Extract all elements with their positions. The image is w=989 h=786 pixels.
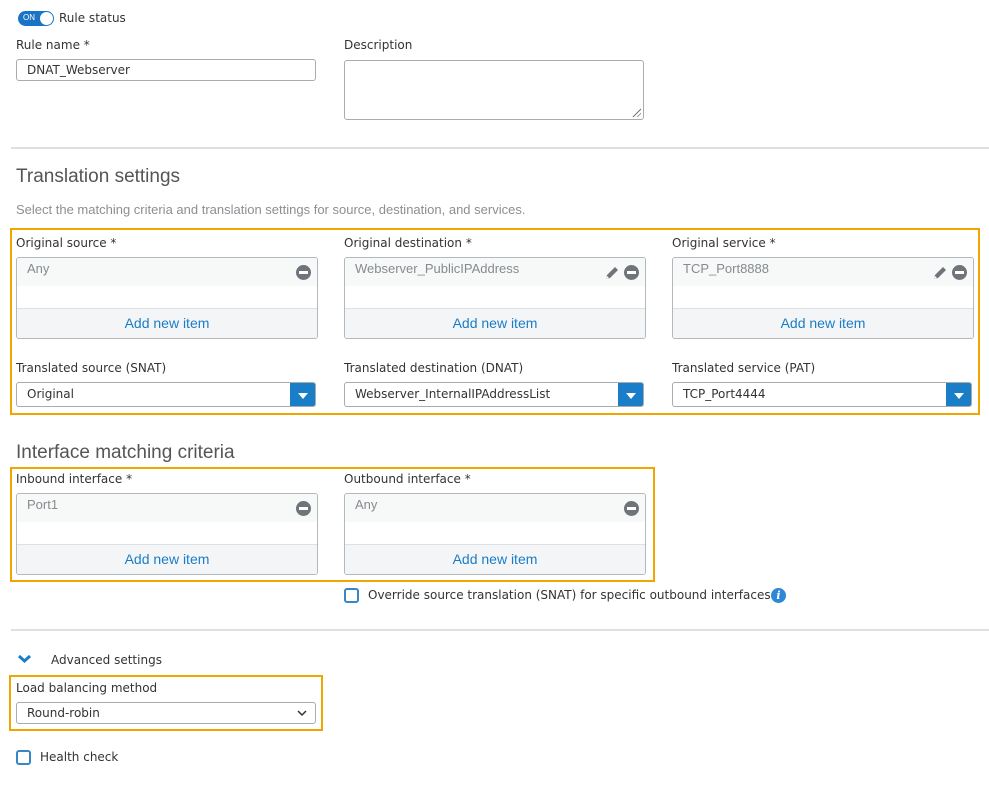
rule-name-value: DNAT_Webserver (27, 63, 130, 77)
load-balancing-select[interactable]: Round-robin (16, 702, 316, 724)
description-textarea[interactable] (344, 60, 644, 120)
remove-icon[interactable] (296, 501, 311, 516)
remove-icon[interactable] (624, 265, 639, 280)
dropdown-arrow-icon[interactable] (290, 383, 315, 406)
remove-icon[interactable] (296, 265, 311, 280)
chevron-down-icon[interactable] (17, 654, 32, 664)
info-icon[interactable]: i (771, 588, 786, 603)
health-check-label: Health check (40, 750, 119, 764)
translation-settings-subtitle: Select the matching criteria and transla… (16, 202, 526, 217)
resize-handle-icon[interactable] (631, 107, 641, 117)
toggle-knob (40, 12, 53, 25)
list-item-text: Webserver_PublicIPAddress (355, 261, 520, 276)
override-snat-checkbox[interactable] (344, 588, 359, 603)
translated-service-label: Translated service (PAT) (672, 361, 816, 375)
override-snat-label: Override source translation (SNAT) for s… (368, 588, 771, 602)
translated-destination-select[interactable]: Webserver_InternalIPAddressList (344, 382, 644, 407)
original-source-label: Original source * (16, 236, 117, 250)
interface-matching-title: Interface matching criteria (16, 442, 235, 463)
select-value: Webserver_InternalIPAddressList (355, 387, 551, 401)
add-new-item-button[interactable]: Add new item (17, 308, 317, 338)
outbound-interface-label: Outbound interface * (344, 472, 471, 486)
rule-status-toggle[interactable]: ON (18, 11, 54, 26)
list-item-text: Any (355, 497, 378, 512)
pencil-icon[interactable] (604, 265, 620, 281)
list-item: TCP_Port8888 (673, 258, 973, 286)
dropdown-arrow-icon[interactable] (618, 383, 643, 406)
inbound-interface-list: Port1 Add new item (16, 493, 318, 575)
add-new-item-button[interactable]: Add new item (345, 308, 645, 338)
original-destination-list: Webserver_PublicIPAddress Add new item (344, 257, 646, 339)
outbound-interface-list: Any Add new item (344, 493, 646, 575)
original-service-label: Original service * (672, 236, 776, 250)
pencil-icon[interactable] (932, 265, 948, 281)
translated-source-label: Translated source (SNAT) (16, 361, 167, 375)
add-new-item-button[interactable]: Add new item (345, 544, 645, 574)
remove-icon[interactable] (952, 265, 967, 280)
load-balancing-label: Load balancing method (16, 681, 158, 695)
rule-name-label: Rule name * (16, 38, 90, 52)
list-item: Any (17, 258, 317, 286)
advanced-settings-toggle[interactable]: Advanced settings (51, 653, 162, 667)
translated-service-select[interactable]: TCP_Port4444 (672, 382, 972, 407)
select-value: Original (27, 387, 74, 401)
remove-icon[interactable] (624, 501, 639, 516)
translation-settings-title: Translation settings (16, 166, 181, 187)
list-item: Any (345, 494, 645, 522)
dropdown-arrow-icon[interactable] (946, 383, 971, 406)
section-divider (11, 147, 989, 149)
original-destination-label: Original destination * (344, 236, 472, 250)
add-new-item-button[interactable]: Add new item (17, 544, 317, 574)
rule-status-label: Rule status (59, 11, 126, 25)
original-source-list: Any Add new item (16, 257, 318, 339)
original-service-list: TCP_Port8888 Add new item (672, 257, 974, 339)
add-new-item-button[interactable]: Add new item (673, 308, 973, 338)
select-value: Round-robin (27, 706, 100, 720)
chevron-down-icon (297, 710, 307, 717)
select-value: TCP_Port4444 (683, 387, 766, 401)
toggle-on-label: ON (23, 13, 35, 22)
inbound-interface-label: Inbound interface * (16, 472, 133, 486)
translated-destination-label: Translated destination (DNAT) (344, 361, 524, 375)
list-item-text: Port1 (27, 497, 59, 512)
translated-source-select[interactable]: Original (16, 382, 316, 407)
health-check-checkbox[interactable] (16, 750, 31, 765)
description-label: Description (344, 38, 413, 52)
list-item-text: TCP_Port8888 (683, 261, 769, 276)
section-divider (11, 629, 989, 631)
list-item-text: Any (27, 261, 50, 276)
list-item: Port1 (17, 494, 317, 522)
list-item: Webserver_PublicIPAddress (345, 258, 645, 286)
rule-name-input[interactable]: DNAT_Webserver (16, 59, 316, 81)
